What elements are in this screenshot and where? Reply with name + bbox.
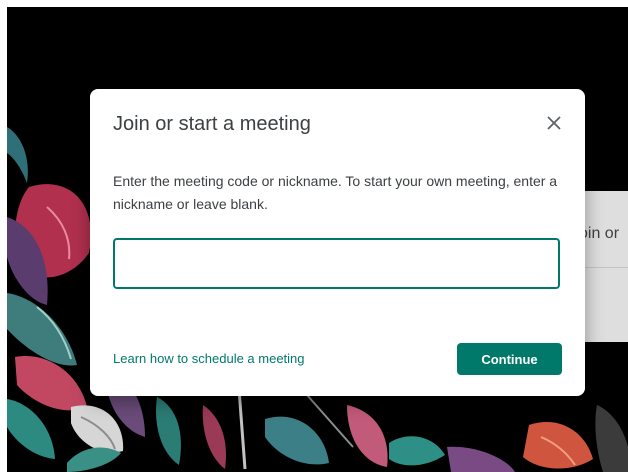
dialog-title: Join or start a meeting <box>113 113 311 135</box>
dialog-description: Enter the meeting code or nickname. To s… <box>113 173 558 212</box>
meeting-code-input[interactable] <box>113 238 560 289</box>
continue-button[interactable]: Continue <box>457 343 562 375</box>
learn-schedule-link[interactable]: Learn how to schedule a meeting <box>113 351 305 366</box>
background-panel-text: oin or <box>579 225 620 242</box>
close-button[interactable] <box>540 109 568 137</box>
meeting-backdrop: oin or Join or start a meeting Enter the… <box>7 7 628 472</box>
close-icon <box>547 116 561 130</box>
join-meeting-dialog: Join or start a meeting Enter the meetin… <box>90 89 585 396</box>
